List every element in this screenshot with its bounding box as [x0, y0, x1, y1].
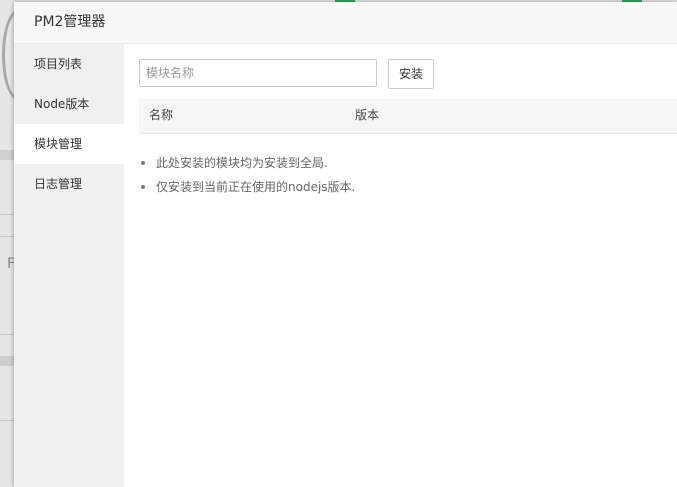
sidebar-item-log-management[interactable]: 日志管理 — [14, 164, 124, 204]
background-divider — [0, 236, 14, 237]
bullet-icon — [141, 161, 145, 165]
background-page: F — [0, 0, 34, 487]
help-note: 此处安装的模块均为安装到全局. — [139, 154, 355, 178]
sidebar-item-project-list[interactable]: 项目列表 — [14, 44, 124, 84]
bullet-icon — [141, 185, 145, 189]
background-band — [0, 150, 14, 160]
background-divider — [0, 214, 14, 215]
module-management-panel: 安装 名称 版本 此处安装的模块均为安装到全局. 仅安装到当前正在使用的node… — [124, 44, 677, 487]
module-name-input[interactable] — [139, 59, 377, 87]
help-note-text: 此处安装的模块均为安装到全局. — [156, 156, 328, 170]
column-header-name: 名称 — [149, 108, 174, 122]
modal-title: PM2管理器 — [14, 2, 677, 44]
help-notes: 此处安装的模块均为安装到全局. 仅安装到当前正在使用的nodejs版本. — [139, 154, 355, 202]
modules-table-header: 名称 版本 — [139, 99, 677, 134]
pm2-manager-modal: PM2管理器 项目列表 Node版本 模块管理 日志管理 安装 名称 版本 此处… — [14, 2, 677, 487]
install-button[interactable]: 安装 — [388, 59, 434, 89]
sidebar-item-node-version[interactable]: Node版本 — [14, 84, 124, 124]
sidebar-item-module-management[interactable]: 模块管理 — [14, 124, 124, 164]
help-note: 仅安装到当前正在使用的nodejs版本. — [139, 178, 355, 202]
column-header-version: 版本 — [355, 108, 380, 122]
background-divider — [0, 420, 14, 421]
background-band — [0, 356, 14, 366]
sidebar: 项目列表 Node版本 模块管理 日志管理 — [14, 44, 124, 487]
help-note-text: 仅安装到当前正在使用的nodejs版本. — [156, 180, 356, 194]
background-divider — [0, 334, 14, 335]
